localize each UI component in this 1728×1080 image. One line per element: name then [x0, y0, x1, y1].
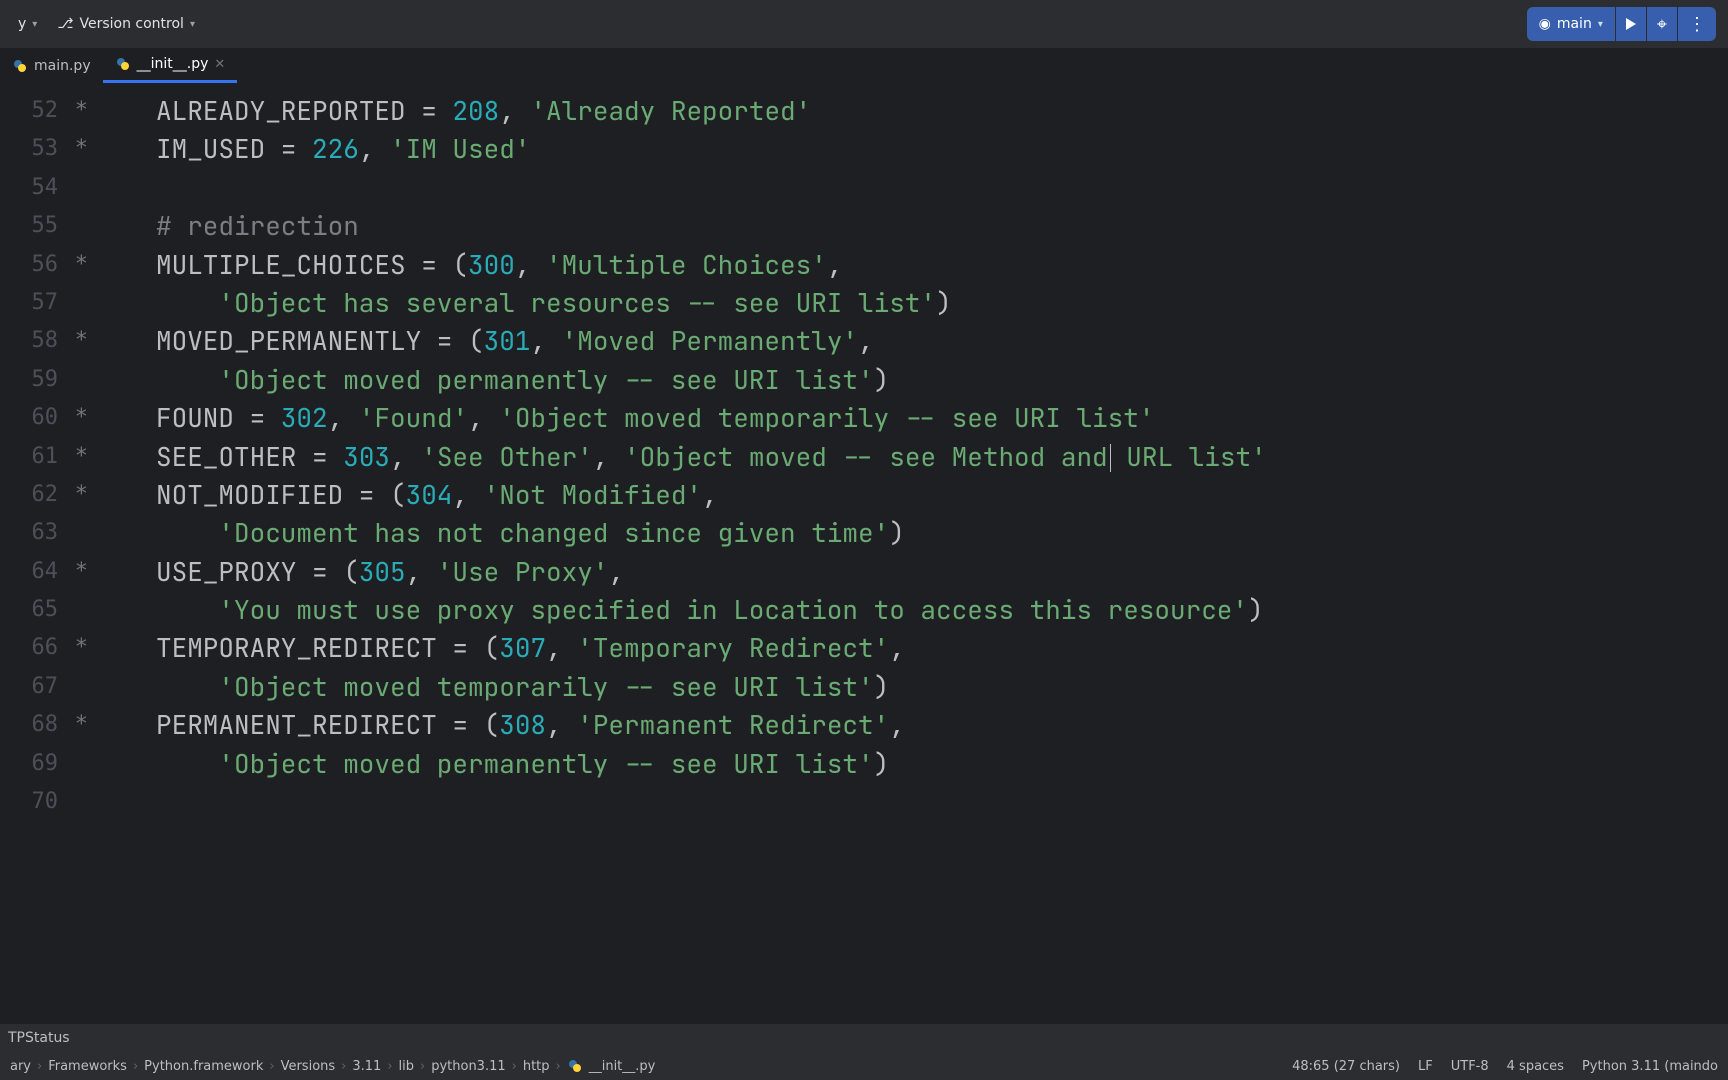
gutter-line: 60* — [0, 399, 96, 437]
context-symbol[interactable]: TPStatus — [8, 1030, 70, 1046]
run-more-button[interactable] — [1678, 7, 1716, 41]
gutter-line: 53* — [0, 130, 96, 168]
python-interpreter[interactable]: Python 3.11 (maindo — [1582, 1059, 1718, 1074]
tab-main-py[interactable]: main.py — [0, 48, 103, 83]
breadcrumb-segment[interactable]: python3.11 — [431, 1059, 505, 1074]
code-line[interactable]: FOUND = 302, 'Found', 'Object moved temp… — [96, 399, 1728, 437]
code-line[interactable]: USE_PROXY = (305, 'Use Proxy', — [96, 553, 1728, 591]
gutter-line: 70 — [0, 783, 96, 821]
vcs-dropdown[interactable]: Version control ▾ — [51, 12, 201, 36]
code-line[interactable]: MOVED_PERMANENTLY = (301, 'Moved Permane… — [96, 322, 1728, 360]
context-bar: TPStatus — [0, 1024, 1728, 1052]
code-line[interactable]: # redirection — [96, 207, 1728, 245]
breadcrumb-segment[interactable]: Versions — [281, 1059, 336, 1074]
run-config-icon — [1539, 16, 1551, 32]
run-config-label: main — [1557, 16, 1592, 32]
editor-tabs: main.py __init__.py ✕ — [0, 48, 1728, 84]
code-line[interactable]: MULTIPLE_CHOICES = (300, 'Multiple Choic… — [96, 246, 1728, 284]
gutter: 52*53*545556*5758*5960*61*62*6364*6566*6… — [0, 84, 96, 1024]
gutter-line: 69 — [0, 745, 96, 783]
code-line[interactable] — [96, 783, 1728, 821]
gutter-line: 58* — [0, 322, 96, 360]
code-line[interactable]: SEE_OTHER = 303, 'See Other', 'Object mo… — [96, 438, 1728, 476]
status-bar: ary › Frameworks › Python.framework › Ve… — [0, 1052, 1728, 1080]
code-line[interactable]: 'Object moved permanently -- see URI lis… — [96, 745, 1728, 783]
gutter-line: 55 — [0, 207, 96, 245]
breadcrumb-segment[interactable]: lib — [399, 1059, 414, 1074]
python-file-icon — [12, 58, 28, 74]
line-separator[interactable]: LF — [1418, 1059, 1433, 1074]
breadcrumb-segment[interactable]: 3.11 — [352, 1059, 381, 1074]
vcs-label: Version control — [79, 16, 183, 32]
gutter-line: 57 — [0, 284, 96, 322]
run-button[interactable] — [1616, 7, 1646, 41]
code-line[interactable]: 'Object has several resources -- see URI… — [96, 284, 1728, 322]
tab-label: main.py — [34, 58, 91, 74]
gutter-line: 66* — [0, 629, 96, 667]
gutter-line: 67 — [0, 668, 96, 706]
bug-icon — [1657, 13, 1667, 36]
breadcrumb-segment[interactable]: ary — [10, 1059, 31, 1074]
breadcrumb-segment[interactable]: Python.framework — [144, 1059, 263, 1074]
code-editor[interactable]: 52*53*545556*5758*5960*61*62*6364*6566*6… — [0, 84, 1728, 1024]
more-icon — [1688, 13, 1706, 36]
indent-setting[interactable]: 4 spaces — [1507, 1059, 1564, 1074]
file-encoding[interactable]: UTF-8 — [1451, 1059, 1489, 1074]
python-file-icon — [567, 1058, 583, 1074]
code-line[interactable]: 'You must use proxy specified in Locatio… — [96, 591, 1728, 629]
code-line[interactable]: ALREADY_REPORTED = 208, 'Already Reporte… — [96, 92, 1728, 130]
gutter-line: 65 — [0, 591, 96, 629]
code-line[interactable] — [96, 169, 1728, 207]
breadcrumb-segment[interactable]: __init__.py — [589, 1059, 656, 1074]
code-line[interactable]: TEMPORARY_REDIRECT = (307, 'Temporary Re… — [96, 629, 1728, 667]
code-line[interactable]: NOT_MODIFIED = (304, 'Not Modified', — [96, 476, 1728, 514]
gutter-line: 52* — [0, 92, 96, 130]
chevron-down-icon: ▾ — [1598, 19, 1603, 30]
code-line[interactable]: 'Object moved temporarily -- see URI lis… — [96, 668, 1728, 706]
code-line[interactable]: PERMANENT_REDIRECT = (308, 'Permanent Re… — [96, 706, 1728, 744]
tab-init-py[interactable]: __init__.py ✕ — [103, 48, 238, 83]
python-file-icon — [115, 56, 131, 72]
close-icon[interactable]: ✕ — [214, 57, 225, 72]
project-dropdown[interactable]: y ▾ — [12, 12, 43, 36]
tab-label: __init__.py — [137, 56, 209, 72]
chevron-down-icon: ▾ — [32, 19, 37, 30]
code-line[interactable]: 'Object moved permanently -- see URI lis… — [96, 361, 1728, 399]
chevron-down-icon: ▾ — [190, 19, 195, 30]
cursor-position[interactable]: 48:65 (27 chars) — [1292, 1059, 1400, 1074]
gutter-line: 56* — [0, 246, 96, 284]
gutter-line: 63 — [0, 514, 96, 552]
gutter-line: 64* — [0, 553, 96, 591]
run-config-selector[interactable]: main ▾ — [1527, 7, 1615, 41]
breadcrumb-segment[interactable]: http — [523, 1059, 550, 1074]
project-trunc-label: y — [18, 16, 26, 32]
gutter-line: 54 — [0, 169, 96, 207]
play-icon — [1626, 18, 1636, 30]
gutter-line: 61* — [0, 438, 96, 476]
main-toolbar: y ▾ Version control ▾ main ▾ — [0, 0, 1728, 48]
branch-icon — [57, 16, 73, 32]
code-line[interactable]: 'Document has not changed since given ti… — [96, 514, 1728, 552]
gutter-line: 68* — [0, 706, 96, 744]
breadcrumb: ary › Frameworks › Python.framework › Ve… — [10, 1058, 1286, 1074]
run-widget: main ▾ — [1527, 7, 1716, 41]
gutter-line: 59 — [0, 361, 96, 399]
debug-button[interactable] — [1647, 7, 1677, 41]
breadcrumb-segment[interactable]: Frameworks — [48, 1059, 127, 1074]
code-line[interactable]: IM_USED = 226, 'IM Used' — [96, 130, 1728, 168]
gutter-line: 62* — [0, 476, 96, 514]
code-area[interactable]: ALREADY_REPORTED = 208, 'Already Reporte… — [96, 84, 1728, 1024]
